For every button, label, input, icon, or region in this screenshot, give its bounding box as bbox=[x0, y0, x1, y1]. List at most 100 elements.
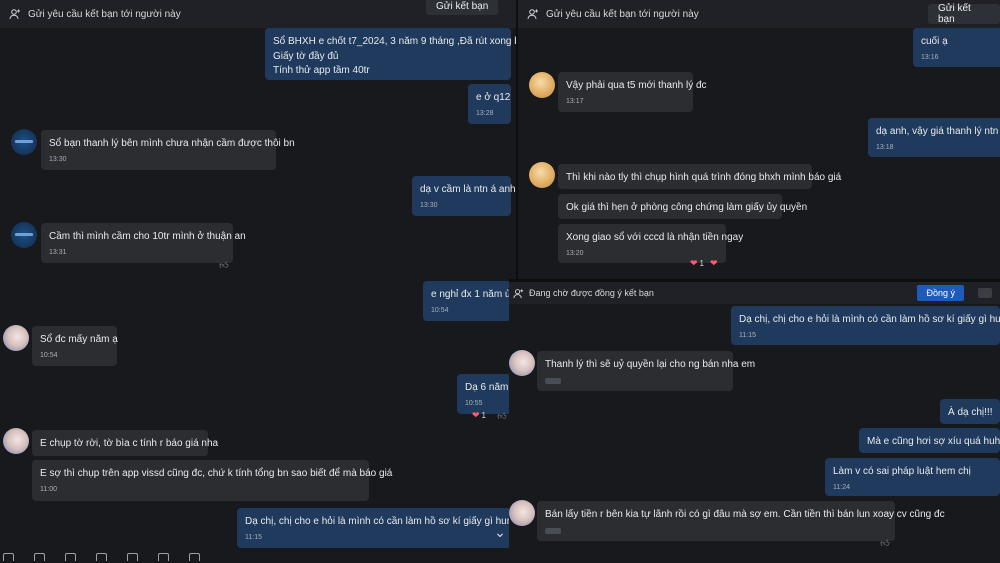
message-time: 11:24 bbox=[833, 483, 850, 491]
add-user-icon bbox=[526, 7, 540, 21]
avatar[interactable] bbox=[529, 162, 555, 188]
avatar[interactable] bbox=[11, 129, 37, 155]
message-text: Xong giao sổ với cccd là nhận tiền ngay bbox=[566, 232, 744, 243]
message-bubble-incoming[interactable]: E sợ thì chụp trên app vissd cũng đc, ch… bbox=[32, 460, 393, 501]
message-time-blurred bbox=[545, 527, 561, 534]
heart-reaction[interactable]: ❤︎ 1 bbox=[690, 258, 704, 269]
send-friend-request-button[interactable]: Gửi kết bạn bbox=[928, 3, 1000, 25]
chat-panel-top-right: Gửi yêu cầu kết bạn tới người này Gửi kế… bbox=[518, 0, 1000, 282]
message-bubble-incoming[interactable]: Cầm thì mình cầm cho 10tr mình ở thuận a… bbox=[41, 223, 246, 263]
message-text: e ở q12 bbox=[476, 92, 511, 103]
avatar[interactable] bbox=[529, 72, 555, 98]
message-bubble-outgoing[interactable]: e nghỉ đx 1 năm ùi 10:54 bbox=[423, 281, 513, 321]
avatar[interactable] bbox=[509, 500, 535, 526]
message-text: Cầm thì mình cầm cho 10tr mình ở thuận a… bbox=[49, 231, 246, 242]
pending-friend-banner: Đang chờ được đồng ý kết bạn Đồng ý bbox=[509, 282, 1000, 304]
message-time: 11:00 bbox=[40, 485, 57, 493]
message-bubble-outgoing[interactable]: Sổ BHXH e chốt t7_2024, 3 năm 9 tháng ,Đ… bbox=[265, 28, 518, 80]
message-text: Ok giá thì hẹn ở phòng công chứng làm gi… bbox=[566, 202, 808, 213]
thumbs-up-icon[interactable]: 👍︎ bbox=[879, 537, 891, 549]
chat-panel-left: Gửi yêu cầu kết bạn tới người này Gửi kế… bbox=[0, 0, 518, 563]
message-text: e nghỉ đx 1 năm ùi bbox=[431, 289, 513, 300]
composer-toolbar bbox=[0, 553, 220, 563]
message-text: Thì khi nào tly thì chụp hình quá trình … bbox=[566, 172, 842, 183]
thumbs-up-icon[interactable]: 👍︎ bbox=[218, 259, 230, 271]
message-bubble-outgoing[interactable]: dạ v cầm là ntn á anh 13:30 bbox=[412, 176, 516, 216]
message-bubble-outgoing[interactable]: e ở q12 13:28 bbox=[468, 84, 511, 124]
message-bubble-incoming[interactable]: Thanh lý thì sẽ uỷ quyền lại cho ng bán … bbox=[537, 351, 756, 391]
add-user-icon bbox=[8, 7, 22, 21]
message-time: 13:30 bbox=[420, 201, 438, 209]
message-bubble-incoming[interactable]: Sổ bạn thanh lý bên mình chưa nhận cầm đ… bbox=[41, 130, 295, 170]
message-text: dạ anh, vậy giá thanh lý ntn á anh bbox=[876, 126, 1000, 137]
message-time: 13:16 bbox=[921, 53, 939, 61]
more-icon[interactable] bbox=[189, 553, 200, 561]
message-text: Sổ BHXH e chốt t7_2024, 3 năm 9 tháng ,Đ… bbox=[273, 36, 518, 47]
message-bubble-outgoing[interactable]: cuối ạ 13:16 bbox=[913, 28, 1000, 67]
card-icon[interactable] bbox=[96, 553, 107, 561]
message-time: 13:17 bbox=[566, 97, 584, 105]
message-bubble-incoming[interactable]: Sổ đc mấy năm ạ 10:54 bbox=[32, 326, 118, 366]
heart-reaction[interactable]: ❤︎ 1 bbox=[472, 410, 486, 421]
message-text: Dạ chị, chị cho e hỏi là mình có cần làm… bbox=[245, 516, 518, 527]
message-text: Dạ 6 năm bbox=[465, 382, 509, 393]
send-friend-request-button[interactable]: Gửi kết bạn bbox=[426, 0, 499, 15]
avatar[interactable] bbox=[3, 428, 29, 454]
format-icon[interactable] bbox=[158, 553, 169, 561]
avatar[interactable] bbox=[509, 350, 535, 376]
message-bubble-outgoing[interactable]: Dạ chị, chị cho e hỏi là mình có cần làm… bbox=[731, 306, 1000, 345]
message-time-blurred bbox=[545, 377, 561, 384]
message-text: Giấy tờ đầy đủ bbox=[273, 50, 339, 62]
message-text: Làm v có sai pháp luật hem chị bbox=[833, 466, 971, 477]
message-bubble-outgoing[interactable]: Dạ 6 năm 10:55 bbox=[457, 374, 511, 414]
accept-button[interactable]: Đồng ý bbox=[917, 285, 964, 301]
message-text: Thanh lý thì sẽ uỷ quyền lại cho ng bán … bbox=[545, 359, 756, 370]
message-time: 13:31 bbox=[49, 248, 67, 256]
message-bubble-incoming[interactable]: Bán lấy tiền r bên kia tự lãnh rồi có gì… bbox=[537, 501, 945, 541]
thumbs-up-icon[interactable]: 👍︎ bbox=[496, 410, 508, 422]
banner-text: Đang chờ được đồng ý kết bạn bbox=[529, 288, 654, 298]
message-bubble-outgoing[interactable]: Mà e cũng hơi sợ xíu quá huhu bbox=[859, 428, 1000, 453]
message-bubble-outgoing[interactable]: À dạ chị!!! bbox=[940, 399, 1000, 424]
heart-icon: ❤︎ bbox=[690, 258, 698, 268]
add-user-icon bbox=[513, 288, 524, 299]
more-options-button[interactable] bbox=[978, 288, 992, 298]
message-time: 13:28 bbox=[476, 109, 494, 117]
message-text: E sợ thì chụp trên app vissd cũng đc, ch… bbox=[40, 468, 393, 479]
reaction-count: 1 bbox=[699, 259, 704, 268]
message-text: E chụp tờ rời, tờ bìa c tính r báo giá n… bbox=[40, 438, 219, 449]
image-icon[interactable] bbox=[34, 553, 45, 561]
reaction-count: 1 bbox=[481, 411, 486, 420]
message-bubble-incoming[interactable]: Thì khi nào tly thì chụp hình quá trình … bbox=[558, 164, 842, 189]
heart-icon: ❤︎ bbox=[472, 410, 480, 420]
message-bubble-incoming[interactable]: E chụp tờ rời, tờ bìa c tính r báo giá n… bbox=[32, 430, 219, 456]
heart-icon[interactable]: ❤︎ bbox=[710, 258, 718, 269]
sticker-icon[interactable] bbox=[3, 553, 14, 561]
message-bubble-outgoing[interactable]: Dạ chị, chị cho e hỏi là mình có cần làm… bbox=[237, 508, 518, 548]
attach-icon[interactable] bbox=[65, 553, 76, 561]
message-time: 13:30 bbox=[49, 155, 67, 163]
message-text: Bán lấy tiền r bên kia tự lãnh rồi có gì… bbox=[545, 509, 945, 520]
message-text: Sổ bạn thanh lý bên mình chưa nhận cầm đ… bbox=[49, 138, 295, 149]
message-bubble-outgoing[interactable]: Làm v có sai pháp luật hem chị 11:24 bbox=[825, 458, 1000, 496]
message-time: 10:54 bbox=[431, 306, 449, 314]
message-time: 11:15 bbox=[245, 533, 262, 541]
message-text: Mà e cũng hơi sợ xíu quá huhu bbox=[867, 436, 1000, 447]
avatar[interactable] bbox=[3, 325, 29, 351]
message-time: 10:54 bbox=[40, 351, 58, 359]
message-time: 10:55 bbox=[465, 399, 483, 407]
message-bubble-outgoing[interactable]: dạ anh, vậy giá thanh lý ntn á anh 13:18 bbox=[868, 118, 1000, 157]
message-bubble-incoming[interactable]: Vậy phải qua t5 mới thanh lý đc 13:17 bbox=[558, 72, 707, 112]
message-text: Tính thử app tầm 40tr bbox=[273, 65, 370, 76]
screenshot-icon[interactable] bbox=[127, 553, 138, 561]
message-text: À dạ chị!!! bbox=[948, 407, 993, 418]
message-time: 11:15 bbox=[739, 331, 756, 339]
message-text: Vậy phải qua t5 mới thanh lý đc bbox=[566, 80, 707, 91]
scroll-down-icon[interactable]: ⌄ bbox=[490, 522, 510, 542]
banner-text: Gửi yêu cầu kết bạn tới người này bbox=[28, 8, 181, 20]
message-text: cuối ạ bbox=[921, 36, 948, 47]
chat-panel-bottom-right: Đang chờ được đồng ý kết bạn Đồng ý Dạ c… bbox=[509, 282, 1000, 563]
message-text: Dạ chị, chị cho e hỏi là mình có cần làm… bbox=[739, 314, 1000, 325]
message-bubble-incoming[interactable]: Ok giá thì hẹn ở phòng công chứng làm gi… bbox=[558, 194, 808, 219]
avatar[interactable] bbox=[11, 222, 37, 248]
